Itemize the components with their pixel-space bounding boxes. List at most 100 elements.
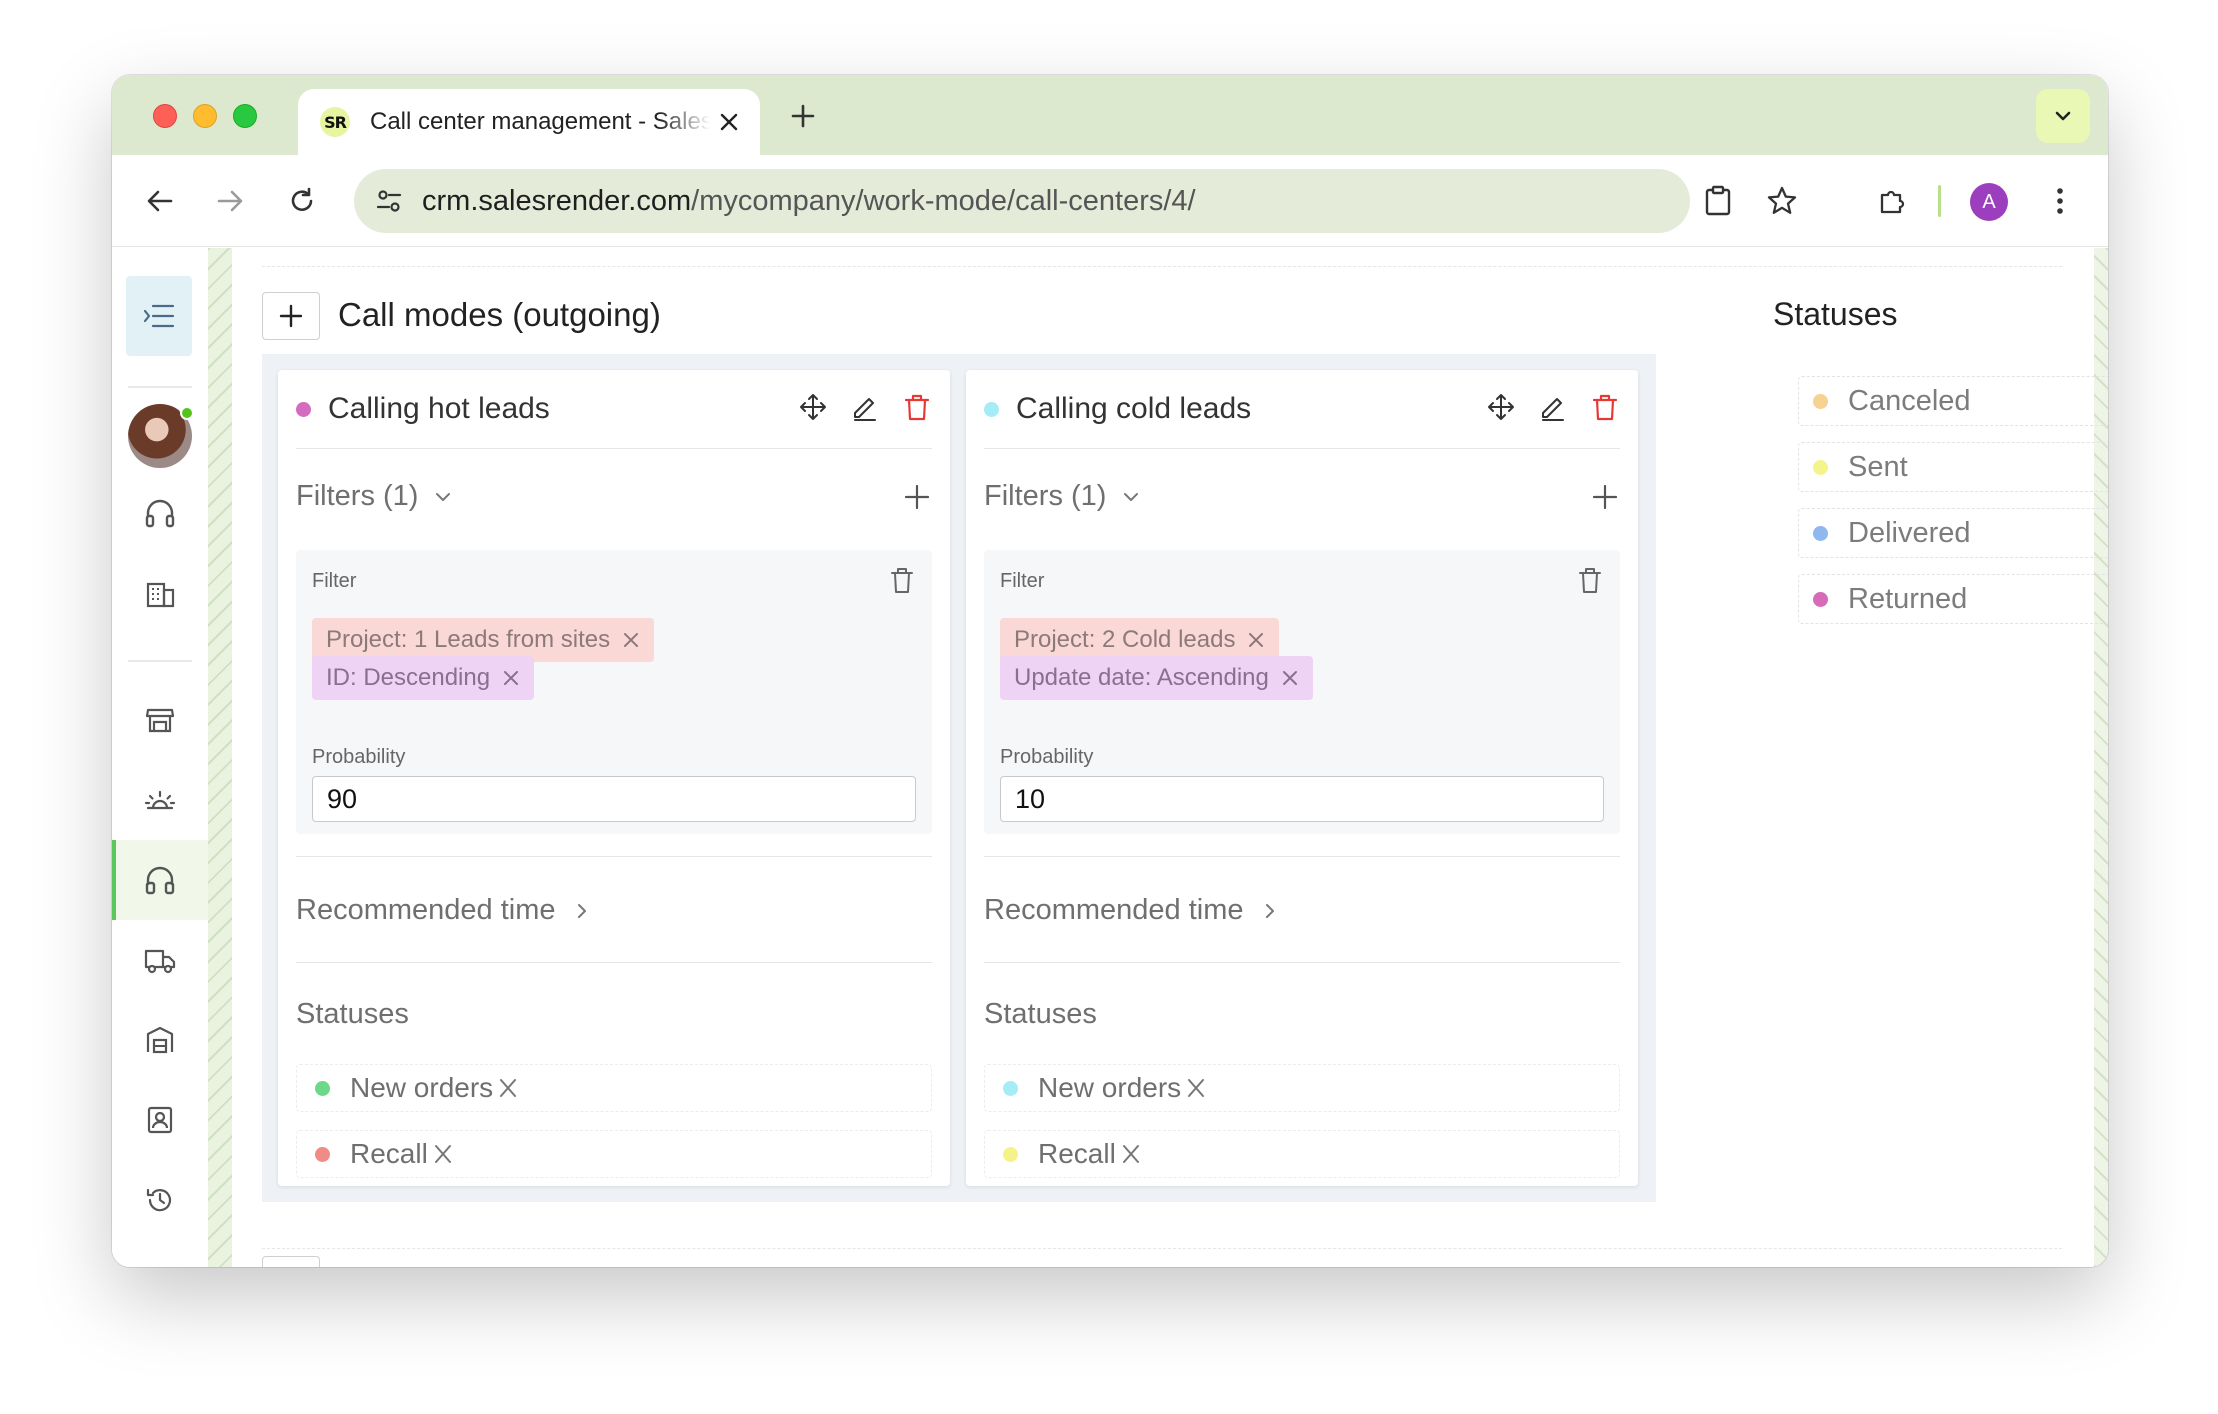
pencil-icon xyxy=(854,398,876,421)
move-button[interactable] xyxy=(798,392,828,422)
status-item-canceled[interactable]: Canceled xyxy=(1798,376,2108,426)
status-item-returned[interactable]: Returned xyxy=(1798,574,2108,624)
add-filter-icon[interactable] xyxy=(902,482,932,512)
filter-chip-sort[interactable]: Update date: Ascending xyxy=(1000,656,1313,700)
filters-toggle[interactable]: Filters (1) xyxy=(296,480,452,513)
status-dot xyxy=(1813,591,1828,607)
status-label: Sent xyxy=(1848,450,1908,483)
probability-input[interactable]: 90 xyxy=(312,776,916,822)
browser-menu-button[interactable] xyxy=(2042,183,2078,219)
clipboard-icon xyxy=(1705,185,1731,216)
sidebar-item-operators[interactable] xyxy=(112,474,208,554)
add-call-mode-button[interactable] xyxy=(262,292,320,340)
close-icon[interactable] xyxy=(1185,1077,1207,1099)
divider xyxy=(296,448,932,449)
trash-icon xyxy=(904,394,930,421)
forward-button[interactable] xyxy=(212,183,248,219)
delete-button[interactable] xyxy=(1590,392,1620,422)
recommended-time-label: Recommended time xyxy=(984,894,1244,926)
clipboard-button[interactable] xyxy=(1700,183,1736,219)
card-actions xyxy=(1486,392,1620,422)
status-label: Delivered xyxy=(1848,516,1971,549)
sidebar-item-store[interactable] xyxy=(112,680,208,760)
close-window-button[interactable] xyxy=(153,104,177,128)
statuses-title: Statuses xyxy=(1773,296,1898,332)
new-tab-icon[interactable] xyxy=(788,101,818,131)
sidebar-item-contacts[interactable] xyxy=(112,1080,208,1160)
mode-color-dot xyxy=(984,402,999,417)
edit-button[interactable] xyxy=(850,392,880,422)
status-dot xyxy=(1813,393,1828,409)
status-dot xyxy=(1813,459,1828,475)
divider xyxy=(262,266,2062,267)
url-text[interactable]: crm.salesrender.com/mycompany/work-mode/… xyxy=(422,185,1196,218)
sidebar-item-delivery[interactable] xyxy=(112,920,208,1000)
tab-close-icon[interactable] xyxy=(718,111,740,133)
add-call-mode-button[interactable] xyxy=(262,1256,320,1267)
chip-label: Update date: Ascending xyxy=(1014,664,1269,691)
move-button[interactable] xyxy=(1486,392,1516,422)
status-label: New orders xyxy=(1038,1072,1182,1103)
add-filter-icon[interactable] xyxy=(1590,482,1620,512)
sidebar-toggle-button[interactable] xyxy=(126,276,192,356)
status-item-sent[interactable]: Sent xyxy=(1798,442,2108,492)
site-settings-icon[interactable] xyxy=(374,186,404,216)
call-mode-card: Calling cold leads Filters (1) Filter Pr… xyxy=(966,370,1638,1186)
page-title: Call modes (outgoing) xyxy=(338,296,661,333)
trash-icon[interactable] xyxy=(1576,566,1604,594)
reload-button[interactable] xyxy=(284,183,320,219)
filter-chip-sort[interactable]: ID: Descending xyxy=(312,656,535,700)
close-icon[interactable] xyxy=(1281,669,1299,687)
delete-button[interactable] xyxy=(902,392,932,422)
sidebar-item-call-centers[interactable] xyxy=(112,840,208,920)
online-indicator xyxy=(180,406,194,420)
edit-button[interactable] xyxy=(1538,392,1568,422)
bookmark-button[interactable] xyxy=(1764,183,1800,219)
browser-tab[interactable]: SR Call center management - SalesRender xyxy=(298,89,760,155)
status-item-delivered[interactable]: Delivered xyxy=(1798,508,2108,558)
trash-icon[interactable] xyxy=(888,566,916,594)
close-icon[interactable] xyxy=(1120,1143,1142,1165)
warehouse-icon xyxy=(146,1026,174,1054)
headset-icon xyxy=(145,499,175,528)
puzzle-icon xyxy=(1880,190,1905,214)
contacts-icon xyxy=(147,1106,173,1134)
maximize-window-button[interactable] xyxy=(233,104,257,128)
close-icon[interactable] xyxy=(502,669,520,687)
sidebar-item-company[interactable] xyxy=(112,554,208,634)
close-icon[interactable] xyxy=(497,1077,519,1099)
filters-toggle[interactable]: Filters (1) xyxy=(984,480,1140,513)
close-icon[interactable] xyxy=(622,631,640,649)
tab-search-button[interactable] xyxy=(2036,89,2090,143)
sidebar-user[interactable] xyxy=(112,396,208,476)
extensions-button[interactable] xyxy=(1874,183,1910,219)
close-icon[interactable] xyxy=(1247,631,1265,649)
chevron-down-icon xyxy=(2055,111,2071,121)
truck-icon xyxy=(144,949,176,974)
sidebar-item-dashboard[interactable] xyxy=(112,760,208,840)
recommended-time-toggle[interactable]: Recommended time xyxy=(984,894,1278,927)
headphones-icon xyxy=(145,866,175,895)
recommended-time-toggle[interactable]: Recommended time xyxy=(296,894,590,927)
address-bar[interactable]: crm.salesrender.com/mycompany/work-mode/… xyxy=(354,169,1690,233)
avatar xyxy=(128,404,194,468)
card-status-item: New orders xyxy=(984,1064,1620,1112)
status-dot xyxy=(315,1146,330,1162)
profile-avatar[interactable]: A xyxy=(1970,183,2008,221)
divider xyxy=(984,448,1620,449)
tab-title: Call center management - SalesRender xyxy=(370,108,710,135)
minimize-window-button[interactable] xyxy=(193,104,217,128)
sidebar-item-history[interactable] xyxy=(112,1160,208,1240)
toolbar-divider xyxy=(1938,185,1941,217)
menu-icon xyxy=(143,304,175,328)
store-icon xyxy=(145,708,175,733)
status-label: Recall xyxy=(1038,1138,1116,1169)
sidebar-item-warehouse[interactable] xyxy=(112,1000,208,1080)
back-button[interactable] xyxy=(142,183,178,219)
status-label: Recall xyxy=(350,1138,428,1169)
trash-icon xyxy=(1592,394,1618,421)
close-icon[interactable] xyxy=(432,1143,454,1165)
probability-input[interactable]: 10 xyxy=(1000,776,1604,822)
filters-label: Filters (1) xyxy=(296,480,419,512)
sidebar xyxy=(112,248,208,1267)
